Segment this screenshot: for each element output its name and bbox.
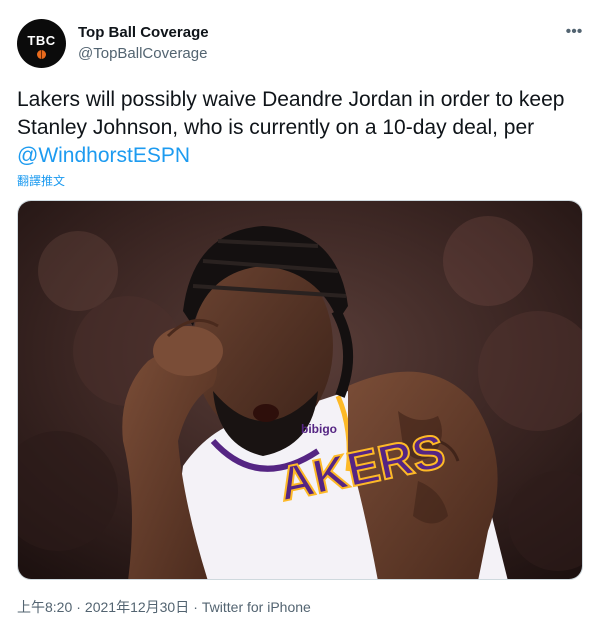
basketball-icon <box>37 50 46 59</box>
player-photo-illustration: AKERS bibigo <box>18 201 582 579</box>
more-options-button[interactable]: ••• <box>560 22 588 42</box>
mention-link[interactable]: @WindhorstESPN <box>17 144 190 167</box>
tweet-time[interactable]: 上午8:20 <box>17 599 72 615</box>
user-handle[interactable]: @TopBallCoverage <box>78 45 207 62</box>
tweet-text: Lakers will possibly waive Deandre Jorda… <box>17 86 583 170</box>
tweet-metadata: 上午8:20 · 2021年12月30日 · Twitter for iPhone <box>17 597 311 617</box>
tweet-card: TBC Top Ball Coverage @TopBallCoverage •… <box>0 0 600 633</box>
tweet-photo[interactable]: AKERS bibigo <box>17 200 583 580</box>
translate-tweet-link[interactable]: 翻譯推文 <box>17 172 65 189</box>
separator-dot: · <box>76 599 81 615</box>
avatar-logo-text: TBC <box>27 33 56 48</box>
jersey-sponsor-logo: bibigo <box>301 422 337 436</box>
tweet-date[interactable]: 2021年12月30日 <box>85 599 189 615</box>
tweet-source[interactable]: Twitter for iPhone <box>202 599 311 615</box>
display-name[interactable]: Top Ball Coverage <box>78 24 209 41</box>
tweet-body: Lakers will possibly waive Deandre Jorda… <box>17 88 565 139</box>
separator-dot: · <box>193 599 198 615</box>
avatar[interactable]: TBC <box>17 19 66 68</box>
more-horizontal-icon: ••• <box>565 23 583 40</box>
